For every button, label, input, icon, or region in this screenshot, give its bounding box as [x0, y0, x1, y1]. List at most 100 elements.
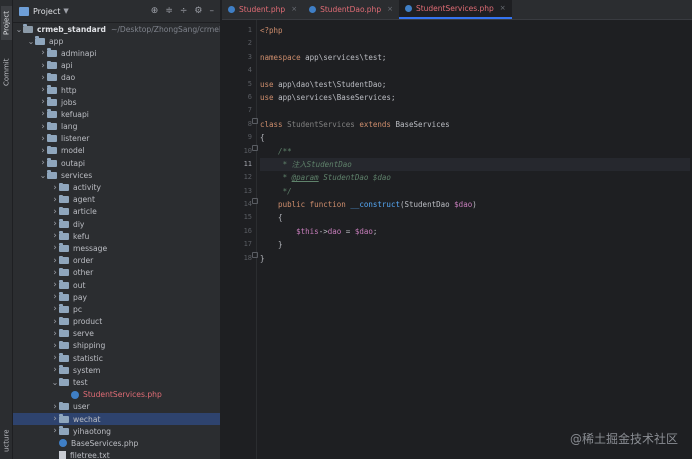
code-line[interactable]: * 注入StudentDao	[260, 157, 690, 172]
close-icon[interactable]: ×	[291, 5, 297, 13]
chevron-right-icon[interactable]: ›	[51, 256, 59, 266]
chevron-right-icon[interactable]: ›	[51, 304, 59, 314]
code-line[interactable]: use app\services\BaseServices;	[260, 91, 690, 104]
tree-folder-item[interactable]: › listener	[13, 133, 220, 145]
tree-file-item[interactable]: BaseServices.php	[13, 437, 220, 449]
code-line[interactable]: }	[260, 252, 690, 265]
tree-folder-item[interactable]: › http	[13, 84, 220, 96]
tree-file-item[interactable]: filetree.txt	[13, 450, 220, 459]
fold-marker-icon[interactable]	[252, 198, 258, 204]
code-line[interactable]: * @param StudentDao $dao	[260, 171, 690, 184]
tree-folder-item[interactable]: › lang	[13, 121, 220, 133]
tree-folder-item[interactable]: › activity	[13, 181, 220, 193]
tree-folder-item[interactable]: › pay	[13, 291, 220, 303]
chevron-down-icon[interactable]: ⌄	[15, 25, 23, 34]
code-line[interactable]	[260, 64, 690, 77]
tree-folder-item[interactable]: › diy	[13, 218, 220, 230]
chevron-right-icon[interactable]: ›	[51, 219, 59, 229]
chevron-right-icon[interactable]: ›	[39, 109, 47, 119]
tree-folder-item[interactable]: ⌄ test	[13, 376, 220, 388]
structure-tool-tab[interactable]: ucture	[1, 425, 12, 457]
chevron-right-icon[interactable]: ›	[39, 122, 47, 132]
tree-folder-item[interactable]: › shipping	[13, 340, 220, 352]
code-line[interactable]: use app\dao\test\StudentDao;	[260, 78, 690, 91]
chevron-right-icon[interactable]: ›	[51, 341, 59, 351]
chevron-down-icon[interactable]: ▼	[63, 7, 68, 15]
chevron-right-icon[interactable]: ›	[39, 158, 47, 168]
close-icon[interactable]: ×	[500, 4, 506, 12]
tree-folder-item[interactable]: › pc	[13, 303, 220, 315]
tree-folder-item[interactable]: › jobs	[13, 96, 220, 108]
editor-tab[interactable]: Student.php ×	[222, 0, 303, 19]
chevron-right-icon[interactable]: ›	[51, 231, 59, 241]
tree-folder-item[interactable]: ⌄ app	[13, 35, 220, 47]
tree-folder-item[interactable]: › agent	[13, 194, 220, 206]
chevron-right-icon[interactable]: ›	[51, 183, 59, 193]
tree-folder-item[interactable]: › other	[13, 267, 220, 279]
editor-tab[interactable]: StudentServices.php ×	[398, 0, 512, 19]
chevron-right-icon[interactable]: ›	[51, 426, 59, 436]
tree-folder-item[interactable]: › kefuapi	[13, 108, 220, 120]
chevron-right-icon[interactable]: ›	[39, 61, 47, 71]
code-line[interactable]	[260, 104, 690, 117]
code-line[interactable]: namespace app\services\test;	[260, 51, 690, 64]
code-line[interactable]: */	[260, 185, 690, 198]
commit-tool-tab[interactable]: Commit	[1, 56, 12, 88]
project-tool-tab[interactable]: Project	[1, 6, 12, 40]
tree-folder-item[interactable]: › message	[13, 242, 220, 254]
settings-icon[interactable]: ⚙	[194, 6, 202, 16]
locate-icon[interactable]: ⊕	[151, 6, 159, 16]
fold-marker-icon[interactable]	[252, 252, 258, 258]
chevron-right-icon[interactable]: ›	[51, 353, 59, 363]
chevron-down-icon[interactable]: ⌄	[51, 378, 59, 387]
chevron-right-icon[interactable]: ›	[39, 134, 47, 144]
chevron-right-icon[interactable]: ›	[51, 317, 59, 327]
collapse-icon[interactable]: ≑	[165, 6, 173, 16]
code-line[interactable]	[260, 37, 690, 50]
code-line[interactable]: {	[260, 131, 690, 144]
chevron-right-icon[interactable]: ›	[39, 146, 47, 156]
chevron-down-icon[interactable]: ⌄	[27, 37, 35, 46]
tree-folder-item[interactable]: › adminapi	[13, 47, 220, 59]
chevron-right-icon[interactable]: ›	[51, 414, 59, 424]
minimize-icon[interactable]: –	[210, 6, 215, 16]
chevron-right-icon[interactable]: ›	[39, 97, 47, 107]
code-line[interactable]: class StudentServices extends BaseServic…	[260, 118, 690, 131]
chevron-right-icon[interactable]: ›	[51, 402, 59, 412]
tree-folder-item[interactable]: › out	[13, 279, 220, 291]
project-panel-title[interactable]: Project	[33, 7, 60, 16]
tree-folder-item[interactable]: › api	[13, 60, 220, 72]
chevron-right-icon[interactable]: ›	[39, 85, 47, 95]
chevron-right-icon[interactable]: ›	[51, 207, 59, 217]
tree-folder-item[interactable]: › yihaotong	[13, 425, 220, 437]
tree-folder-item[interactable]: › kefu	[13, 230, 220, 242]
tree-folder-item[interactable]: › system	[13, 364, 220, 376]
chevron-right-icon[interactable]: ›	[51, 268, 59, 278]
chevron-right-icon[interactable]: ›	[51, 292, 59, 302]
chevron-right-icon[interactable]: ›	[51, 243, 59, 253]
tree-folder-item[interactable]: › outapi	[13, 157, 220, 169]
tree-folder-item[interactable]: ⌄ crmeb_standard ~/Desktop/ZhongSang/crmeb	[13, 23, 220, 35]
fold-marker-icon[interactable]	[252, 118, 258, 124]
code-line[interactable]: {	[260, 211, 690, 224]
chevron-right-icon[interactable]: ›	[51, 195, 59, 205]
tree-folder-item[interactable]: › statistic	[13, 352, 220, 364]
tree-folder-item[interactable]: ⌄ services	[13, 169, 220, 181]
code-line[interactable]: $this->dao = $dao;	[260, 225, 690, 238]
fold-marker-icon[interactable]	[252, 145, 258, 151]
code-line[interactable]: }	[260, 238, 690, 251]
close-icon[interactable]: ×	[387, 5, 393, 13]
code-line[interactable]: public function __construct(StudentDao $…	[260, 198, 690, 211]
chevron-down-icon[interactable]: ⌄	[39, 171, 47, 180]
code-line[interactable]: /**	[260, 145, 690, 158]
tree-folder-item[interactable]: › serve	[13, 328, 220, 340]
editor-tab[interactable]: StudentDao.php ×	[303, 0, 399, 19]
tree-folder-item[interactable]: › wechat	[13, 413, 220, 426]
chevron-right-icon[interactable]: ›	[51, 280, 59, 290]
tree-folder-item[interactable]: › model	[13, 145, 220, 157]
tree-folder-item[interactable]: › dao	[13, 72, 220, 84]
tree-folder-item[interactable]: › user	[13, 401, 220, 413]
code-line[interactable]: <?php	[260, 24, 690, 37]
tree-folder-item[interactable]: › article	[13, 206, 220, 218]
chevron-right-icon[interactable]: ›	[51, 365, 59, 375]
